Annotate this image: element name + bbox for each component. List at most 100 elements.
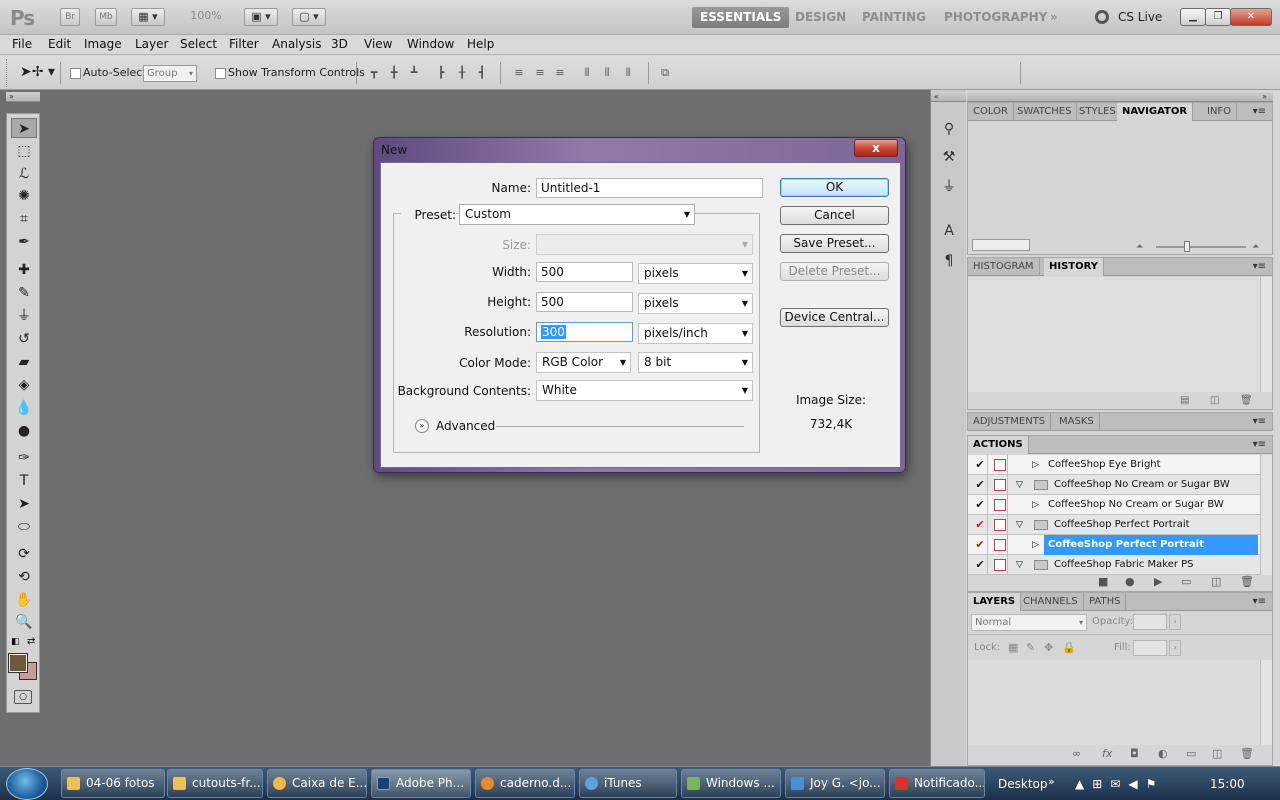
height-input[interactable]: 500 xyxy=(536,292,633,312)
advanced-label[interactable]: Advanced xyxy=(436,419,495,433)
action-toggle-checkbox[interactable]: ✔ xyxy=(974,479,986,491)
eyedropper-tool-icon[interactable]: ✒ xyxy=(11,232,37,252)
more-workspaces-button[interactable]: » xyxy=(1042,7,1066,28)
taskbar-item[interactable]: Windows ... xyxy=(681,769,781,798)
tab-paths[interactable]: PATHS xyxy=(1084,593,1127,611)
new-action-icon[interactable]: ◫ xyxy=(1211,575,1221,588)
dialog-toggle-icon[interactable] xyxy=(994,499,1006,511)
start-button[interactable] xyxy=(6,768,48,800)
workspace-painting[interactable]: PAINTING xyxy=(854,7,934,28)
fill-field[interactable] xyxy=(1133,640,1167,656)
tab-color[interactable]: COLOR xyxy=(968,103,1014,121)
paragraph-panel-icon[interactable]: ¶ xyxy=(937,250,961,272)
zoom-out-icon[interactable]: ⏶ xyxy=(1136,242,1143,252)
lock-image-icon[interactable]: ✎ xyxy=(1026,641,1035,654)
navigator-zoom-field[interactable] xyxy=(972,239,1030,251)
align-horizontal-center-icon[interactable]: ╂ xyxy=(455,66,469,80)
device-central-button[interactable]: Device Central... xyxy=(780,308,889,327)
move-tool-preset-icon[interactable]: ➤✢ ▾ xyxy=(20,64,55,80)
align-vertical-center-icon[interactable]: ╋ xyxy=(387,66,401,80)
delete-state-icon[interactable]: 🗑 xyxy=(1240,395,1253,406)
menu-layer[interactable]: Layer xyxy=(135,37,168,51)
width-unit-select[interactable]: pixels ▼ xyxy=(638,263,753,284)
menu-3d[interactable]: 3D xyxy=(331,37,348,51)
save-preset-button[interactable]: Save Preset... xyxy=(780,234,889,253)
align-left-icon[interactable]: ┣ xyxy=(434,66,448,80)
taskbar-item[interactable]: 04-06 fotos xyxy=(61,769,165,798)
menu-view[interactable]: View xyxy=(364,37,392,51)
mini-bridge-button[interactable]: Mb xyxy=(95,8,117,26)
distribute-top-icon[interactable]: ≡ xyxy=(512,66,526,80)
list-item[interactable]: ✔ ▽ CoffeeShop Perfect Portrait xyxy=(968,515,1260,535)
bridge-button[interactable]: Br xyxy=(60,8,80,26)
tab-adjustments[interactable]: ADJUSTMENTS xyxy=(968,413,1052,431)
layers-scrollbar[interactable] xyxy=(1260,660,1272,745)
taskbar-item[interactable]: Caixa de E... xyxy=(267,769,367,798)
width-input[interactable]: 500 xyxy=(536,262,633,282)
cs-live-button[interactable]: CS Live xyxy=(1118,10,1162,24)
expand-triangle-icon[interactable]: ▷ xyxy=(1032,455,1039,475)
quick-selection-tool-icon[interactable]: ✺ xyxy=(11,186,37,206)
dialog-toggle-icon[interactable] xyxy=(994,559,1006,571)
options-grip[interactable] xyxy=(6,59,10,87)
workspace-photography[interactable]: PHOTOGRAPHY xyxy=(936,7,1055,28)
menu-select[interactable]: Select xyxy=(180,37,217,51)
actions-scrollbar[interactable] xyxy=(1260,455,1272,575)
foreground-color-swatch[interactable] xyxy=(8,653,28,673)
collapse-triangle-icon[interactable]: ▽ xyxy=(1016,515,1023,535)
type-tool-icon[interactable]: T xyxy=(11,471,37,491)
distribute-bottom-icon[interactable]: ≡ xyxy=(553,66,567,80)
list-item[interactable]: ✔ ▽ CoffeeShop Fabric Maker PS xyxy=(968,555,1260,575)
dialog-close-button[interactable]: x xyxy=(854,139,898,157)
stop-recording-icon[interactable]: ■ xyxy=(1098,575,1108,588)
expand-triangle-icon[interactable]: ▷ xyxy=(1032,495,1039,515)
brush-presets-icon[interactable]: ⚲ xyxy=(937,118,961,140)
collapse-triangle-icon[interactable]: ▽ xyxy=(1016,555,1023,575)
ok-button[interactable]: OK xyxy=(780,178,889,197)
zoom-level[interactable]: 100% xyxy=(182,8,230,26)
zoom-in-icon[interactable]: ⏶ xyxy=(1252,242,1259,252)
screen-mode-button[interactable]: ▢ ▾ xyxy=(292,8,326,26)
tab-info[interactable]: INFO xyxy=(1202,103,1238,121)
delete-layer-icon[interactable]: 🗑 xyxy=(1240,747,1254,760)
align-bottom-icon[interactable]: ┻ xyxy=(407,66,421,80)
clock[interactable]: 15:00 xyxy=(1210,777,1245,791)
new-snapshot-icon[interactable]: ◫ xyxy=(1210,395,1219,406)
tab-actions[interactable]: ACTIONS xyxy=(968,436,1029,454)
link-layers-icon[interactable]: ∞ xyxy=(1072,747,1081,760)
swap-colors-icon[interactable]: ⇄ xyxy=(27,636,35,647)
menu-file[interactable]: File xyxy=(12,37,32,51)
dialog-toggle-icon[interactable] xyxy=(994,459,1006,471)
default-colors-icon[interactable]: ◧ xyxy=(11,637,20,647)
cancel-button[interactable]: Cancel xyxy=(780,206,889,225)
action-toggle-checkbox[interactable]: ✔ xyxy=(974,559,986,571)
blur-tool-icon[interactable]: 💧 xyxy=(11,398,37,418)
lock-all-icon[interactable]: 🔒 xyxy=(1062,641,1076,654)
layer-style-icon[interactable]: fx xyxy=(1102,747,1112,760)
expand-triangle-icon[interactable]: ▷ xyxy=(1032,535,1039,555)
history-brush-tool-icon[interactable]: ↺ xyxy=(11,329,37,349)
distribute-middle-icon[interactable]: ⦀ xyxy=(600,66,614,80)
resolution-unit-select[interactable]: pixels/inch ▼ xyxy=(638,323,753,344)
panel-menu-icon[interactable]: ▾≡ xyxy=(1253,106,1266,117)
fill-slider-button[interactable]: › xyxy=(1169,640,1181,656)
tab-channels[interactable]: CHANNELS xyxy=(1018,593,1084,611)
add-mask-icon[interactable]: ◘ xyxy=(1130,747,1139,760)
move-tool-icon[interactable]: ➤ xyxy=(11,118,37,138)
tab-layers[interactable]: LAYERS xyxy=(968,593,1022,611)
crop-tool-icon[interactable]: ⌗ xyxy=(11,209,37,229)
align-right-icon[interactable]: ┫ xyxy=(475,66,489,80)
adjustment-layer-icon[interactable]: ◐ xyxy=(1158,747,1168,760)
list-item[interactable]: ✔ ▽ CoffeeShop No Cream or Sugar BW xyxy=(968,475,1260,495)
hand-tool-icon[interactable]: ✋ xyxy=(11,590,37,610)
resolution-input[interactable]: 300 xyxy=(536,322,633,342)
restore-button[interactable]: ❐ xyxy=(1205,8,1231,26)
zoom-tool-icon[interactable]: 🔍 xyxy=(11,612,37,632)
menu-analysis[interactable]: Analysis xyxy=(272,37,321,51)
taskbar-item[interactable]: Notificado... xyxy=(889,769,985,798)
system-tray-icons[interactable]: ▲⊞✉◀⚑ xyxy=(1075,777,1164,791)
menu-filter[interactable]: Filter xyxy=(229,37,259,51)
dodge-tool-icon[interactable]: ● xyxy=(11,421,37,441)
layers-list[interactable] xyxy=(968,660,1260,745)
auto-select-checkbox[interactable] xyxy=(70,68,81,79)
